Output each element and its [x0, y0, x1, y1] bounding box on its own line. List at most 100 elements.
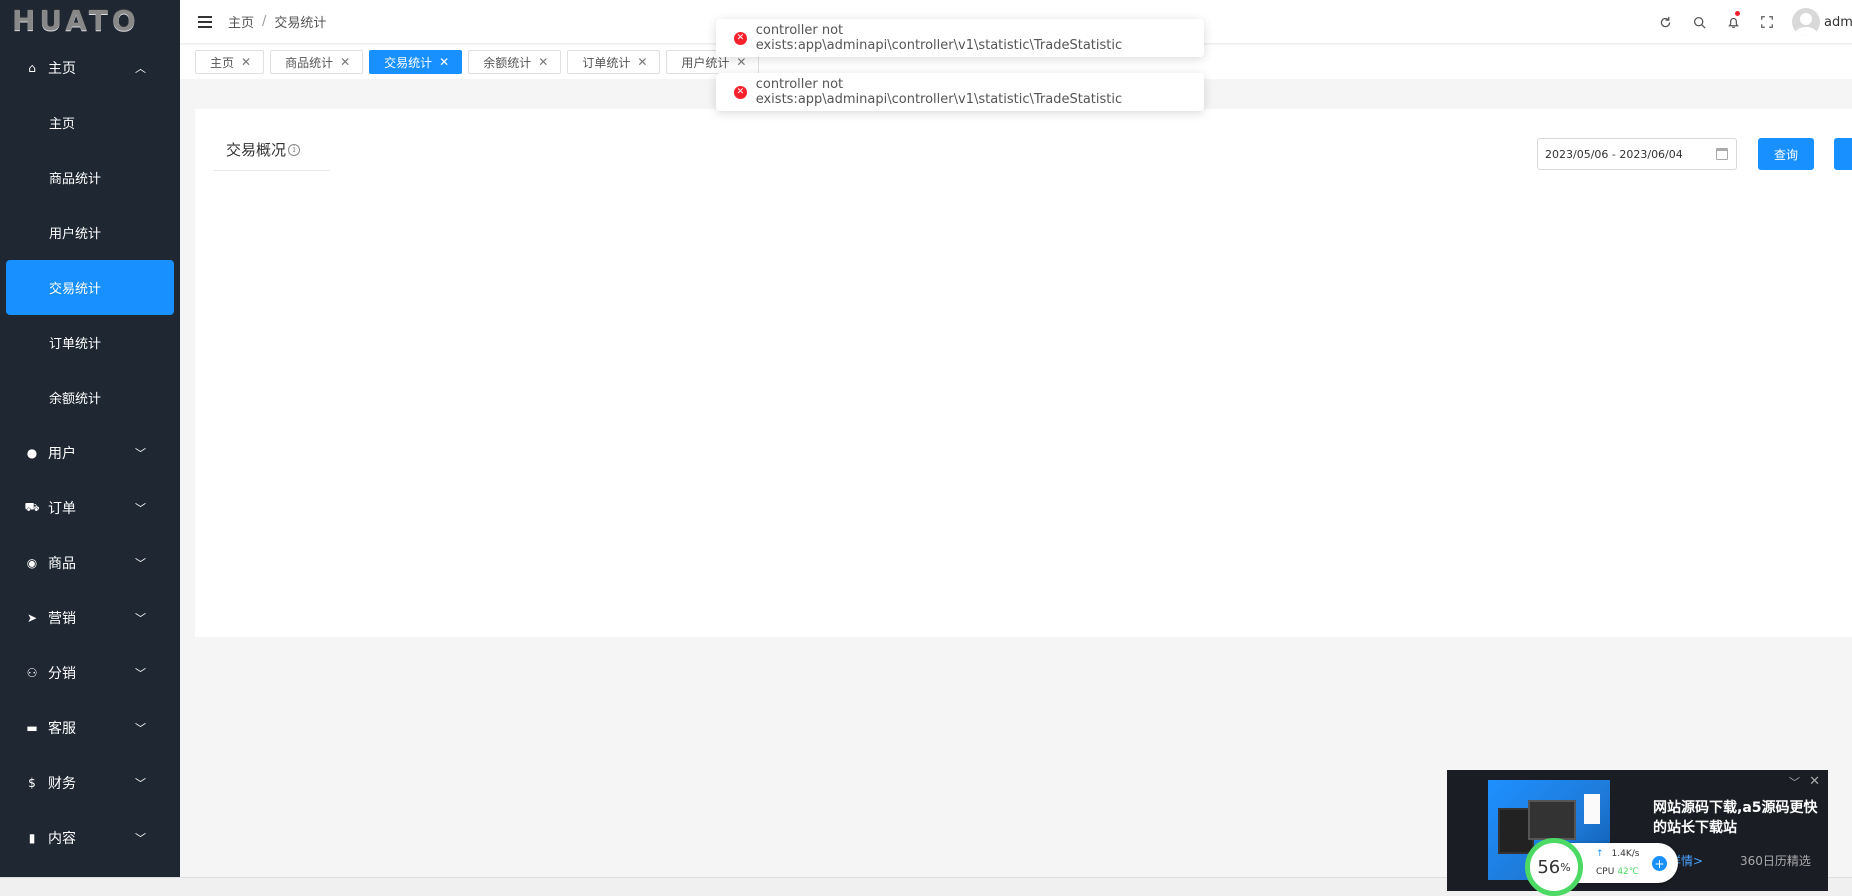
sidebar-group-product[interactable]: ◉ 商品 ﹀: [0, 535, 180, 590]
error-icon: ✕: [734, 85, 747, 99]
refresh-icon[interactable]: [1648, 0, 1682, 44]
menu-toggle-icon[interactable]: [198, 15, 212, 28]
date-range-picker[interactable]: 2023/05/06 - 2023/06/04: [1537, 138, 1737, 170]
sidebar-group-label: 主页: [48, 60, 76, 77]
tab-trade-stats[interactable]: 交易统计 ✕: [369, 50, 463, 74]
sidebar-item-label: 交易统计: [49, 282, 102, 297]
tab-label: 主页: [210, 55, 235, 70]
send-icon: ➤: [26, 610, 38, 625]
sidebar-item-trade-stats[interactable]: 交易统计: [6, 260, 174, 315]
tab-product-stats[interactable]: 商品统计 ✕: [270, 50, 364, 74]
sidebar-item-balance-stats[interactable]: 余额统计: [6, 370, 174, 425]
close-icon[interactable]: ✕: [340, 55, 350, 69]
network-speed-value: 1.4K/s: [1611, 849, 1640, 859]
chevron-down-icon: ﹀: [135, 721, 146, 735]
user-icon: ●: [26, 445, 38, 460]
sidebar-item-label: 商品统计: [49, 172, 102, 187]
sidebar-group-marketing[interactable]: ➤ 营销 ﹀: [0, 590, 180, 645]
fullscreen-icon[interactable]: [1750, 0, 1784, 44]
toast-message: controller not exists:app\adminapi\contr…: [755, 23, 1123, 53]
dollar-icon: $: [28, 775, 36, 790]
sidebar-item-label: 订单统计: [49, 337, 102, 352]
sidebar-group-label: 营销: [48, 610, 76, 627]
breadcrumb-item-current: 交易统计: [274, 16, 327, 31]
user-name[interactable]: admin: [1824, 15, 1852, 30]
close-icon[interactable]: ✕: [736, 55, 746, 69]
close-icon[interactable]: ✕: [538, 55, 548, 69]
chevron-down-icon: ﹀: [135, 556, 146, 570]
sidebar-item-label: 余额统计: [49, 392, 102, 407]
chevron-down-icon: ﹀: [135, 666, 146, 680]
cpu-percent: 56: [1537, 856, 1561, 878]
chat-icon: ▬: [26, 720, 38, 735]
tab-home[interactable]: 主页 ✕: [195, 50, 265, 74]
tab-label: 余额统计: [483, 55, 532, 70]
sidebar-item-label: 主页: [49, 117, 76, 132]
close-icon[interactable]: ✕: [1809, 774, 1820, 789]
close-icon[interactable]: ✕: [637, 55, 647, 69]
chevron-down-icon: ﹀: [135, 776, 146, 790]
sidebar-group-label: 分销: [48, 665, 76, 682]
cpu-percent-unit: %: [1560, 860, 1571, 874]
plus-icon[interactable]: +: [1652, 856, 1667, 871]
sidebar-group-label: 订单: [48, 500, 76, 517]
sidebar-group-content[interactable]: ▮ 内容 ﹀: [0, 810, 180, 865]
sidebar-group-label: 客服: [48, 720, 76, 737]
calendar-icon: [1716, 148, 1728, 160]
breadcrumb-item-home[interactable]: 主页: [228, 12, 254, 31]
query-button[interactable]: 查询: [1758, 138, 1814, 170]
sidebar: HUATO ⌂ 主页 ︿ 主页 商品统计 用户统计 交易统计 订单统计 余额统计…: [0, 0, 180, 877]
chevron-down-icon: ﹀: [135, 501, 146, 515]
logo-text: HUATO: [12, 3, 140, 37]
cpu-info: CPU 42℃: [1596, 867, 1639, 877]
basket-icon: ◉: [26, 555, 38, 570]
ad-source: 360日历精选: [1740, 854, 1811, 868]
search-icon[interactable]: [1682, 0, 1716, 44]
chevron-down-icon: ﹀: [135, 446, 146, 460]
sidebar-item-label: 用户统计: [49, 227, 102, 242]
cpu-temp: 42℃: [1617, 867, 1639, 877]
tab-label: 订单统计: [582, 55, 631, 70]
cpu-usage-ring[interactable]: 56%: [1525, 838, 1583, 896]
chevron-down-icon: ﹀: [135, 831, 146, 845]
bell-icon[interactable]: [1716, 0, 1750, 44]
tab-order-stats[interactable]: 订单统计 ✕: [567, 50, 661, 74]
sidebar-group-home[interactable]: ⌂ 主页 ︿: [0, 40, 180, 95]
info-icon[interactable]: i: [288, 143, 301, 156]
panel-title: 交易概况 i: [213, 129, 330, 171]
sidebar-group-label: 财务: [48, 775, 76, 792]
logo: HUATO: [0, 0, 180, 40]
notification-dot: [1735, 11, 1740, 16]
chevron-down-icon[interactable]: ﹀: [1789, 774, 1800, 790]
sidebar-group-finance[interactable]: $ 财务 ﹀: [0, 755, 180, 810]
sidebar-group-user[interactable]: ● 用户 ﹀: [0, 425, 180, 480]
sidebar-group-distribution[interactable]: ⚇ 分销 ﹀: [0, 645, 180, 700]
date-range-value: 2023/05/06 - 2023/06/04: [1545, 147, 1683, 161]
avatar[interactable]: [1792, 8, 1820, 36]
sidebar-group-order[interactable]: ⛟ 订单 ﹀: [0, 480, 180, 535]
header-actions: admin: [1648, 0, 1852, 44]
sidebar-item-product-stats[interactable]: 商品统计: [6, 150, 174, 205]
tab-label: 交易统计: [384, 55, 433, 70]
ad-headline[interactable]: 网站源码下载,a5源码更快的站长下载站: [1653, 798, 1823, 838]
upload-arrow-icon: ↑: [1596, 849, 1604, 859]
sidebar-item-user-stats[interactable]: 用户统计: [6, 205, 174, 260]
sidebar-group-service[interactable]: ▬ 客服 ﹀: [0, 700, 180, 755]
tab-balance-stats[interactable]: 余额统计 ✕: [468, 50, 562, 74]
network-speed: ↑ 1.4K/s: [1596, 849, 1639, 859]
sidebar-item-order-stats[interactable]: 订单统计: [6, 315, 174, 370]
close-icon[interactable]: ✕: [439, 55, 449, 69]
export-button[interactable]: [1834, 138, 1852, 170]
trade-overview-panel: 交易概况 i 2023/05/06 - 2023/06/04 查询: [195, 109, 1852, 637]
cart-icon: ⛟: [24, 499, 40, 514]
tab-label: 商品统计: [285, 55, 334, 70]
sidebar-item-home[interactable]: 主页: [6, 95, 174, 150]
error-icon: ✕: [734, 31, 747, 45]
close-icon[interactable]: ✕: [241, 55, 251, 69]
submenu-home: 主页 商品统计 用户统计 交易统计 订单统计 余额统计: [0, 95, 180, 425]
cpu-label: CPU: [1596, 867, 1615, 877]
error-toast: ✕ controller not exists:app\adminapi\con…: [716, 73, 1204, 111]
breadcrumb-separator: /: [262, 14, 267, 29]
panel-title-text: 交易概况: [226, 141, 287, 159]
home-icon: ⌂: [28, 60, 36, 75]
